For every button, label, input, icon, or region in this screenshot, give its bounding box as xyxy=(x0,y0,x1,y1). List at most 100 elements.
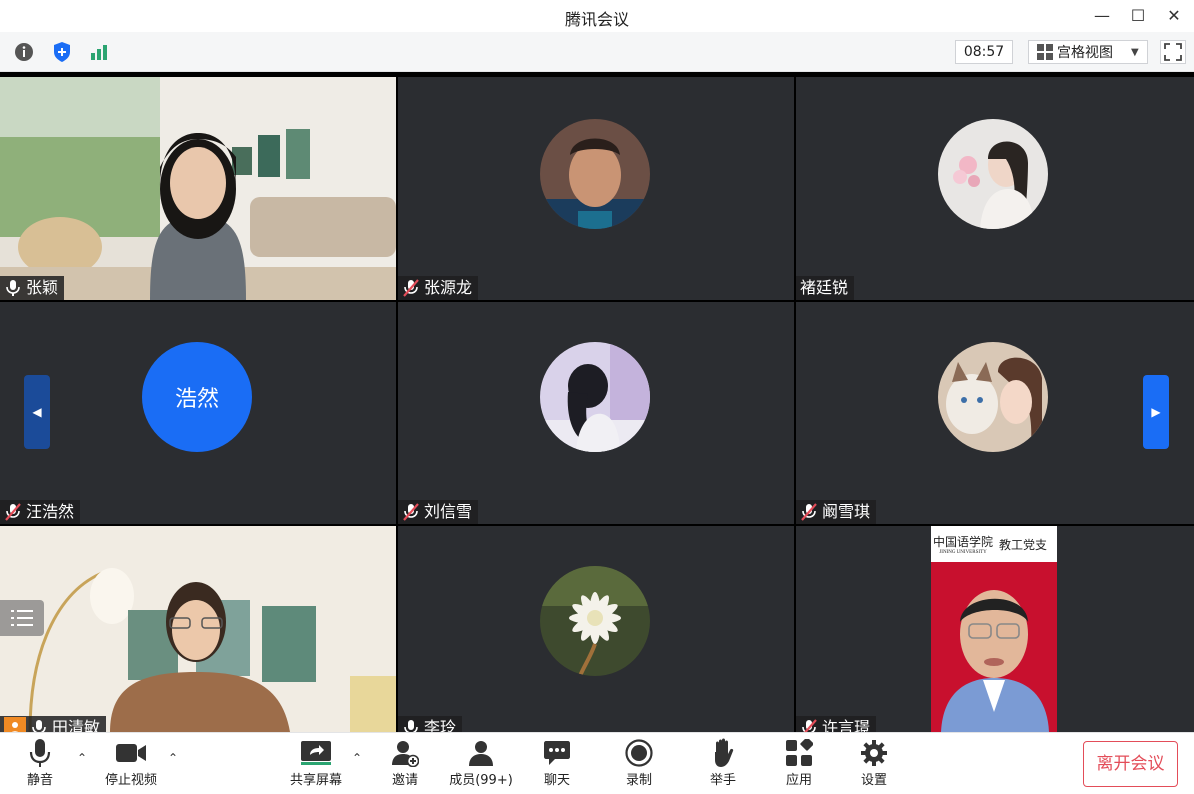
fullscreen-icon[interactable] xyxy=(1160,40,1186,64)
security-shield-icon[interactable] xyxy=(50,40,74,64)
settings-label: 设置 xyxy=(860,773,887,788)
invite-button[interactable]: 邀请 xyxy=(370,737,440,791)
chat-button[interactable]: 聊天 xyxy=(522,737,592,791)
microphone-muted-icon xyxy=(800,503,818,521)
microphone-muted-icon xyxy=(402,279,420,297)
video-options-chevron-icon[interactable]: ⌃ xyxy=(165,751,181,767)
participant-avatar xyxy=(540,566,650,676)
participant-tile[interactable]: ▶ 阚雪琪 xyxy=(796,302,1194,524)
microphone-muted-icon xyxy=(402,503,420,521)
participant-tile[interactable]: 中国语学院 JINING UNIVERSITY 教工党支 许言璟 xyxy=(796,526,1194,732)
apps-icon xyxy=(764,737,834,769)
share-screen-button[interactable]: 共享屏幕 xyxy=(281,737,351,791)
gear-icon xyxy=(839,737,909,769)
stop-video-label: 停止视频 xyxy=(104,773,157,788)
info-icon[interactable] xyxy=(12,40,36,64)
record-button[interactable]: 录制 xyxy=(604,737,674,791)
participant-name: 阚雪琪 xyxy=(822,502,871,521)
chat-icon xyxy=(522,737,592,769)
raise-hand-button[interactable]: 举手 xyxy=(688,737,758,791)
members-button[interactable]: 成员(99+) xyxy=(440,737,522,791)
members-label: 成员(99+) xyxy=(449,773,513,788)
participant-name: 田清敏 xyxy=(52,718,101,732)
add-user-icon xyxy=(370,737,440,769)
microphone-muted-icon xyxy=(4,503,22,521)
close-icon[interactable]: ✕ xyxy=(1162,4,1186,28)
participant-name: 李玲 xyxy=(424,718,457,732)
share-options-chevron-icon[interactable]: ⌃ xyxy=(349,751,365,767)
settings-button[interactable]: 设置 xyxy=(839,737,909,791)
microphone-icon xyxy=(4,279,22,297)
participant-name: 刘信雪 xyxy=(424,502,473,521)
participant-video: 中国语学院 JINING UNIVERSITY 教工党支 xyxy=(931,526,1057,732)
banner-text-left: 中国语学院 xyxy=(933,535,994,549)
participant-name: 褚廷锐 xyxy=(800,278,849,297)
participant-avatar xyxy=(938,342,1048,452)
participant-avatar xyxy=(540,119,650,229)
leave-meeting-button[interactable]: 离开会议 xyxy=(1083,741,1178,787)
window-title: 腾讯会议 xyxy=(564,10,629,29)
view-mode-select[interactable]: 宫格视图 ▼ xyxy=(1028,40,1148,64)
video-grid: 张颖 张源龙 褚廷锐 浩然 汪浩然 刘信雪 ▶ 阚雪琪 ◀ 田清敏 李玲 中国语… xyxy=(0,72,1194,732)
mute-button[interactable]: 静音 xyxy=(5,737,75,791)
grid-view-icon xyxy=(1037,44,1053,60)
microphone-icon xyxy=(5,737,75,769)
chat-label: 聊天 xyxy=(543,773,570,788)
participant-video xyxy=(0,77,396,300)
participant-nameplate: 李玲 xyxy=(398,716,463,732)
title-bar: 腾讯会议 — ☐ ✕ xyxy=(0,0,1194,32)
maximize-icon[interactable]: ☐ xyxy=(1126,4,1150,28)
participant-name: 张源龙 xyxy=(424,278,473,297)
signal-strength-icon[interactable] xyxy=(87,40,111,64)
apps-label: 应用 xyxy=(785,773,812,788)
view-mode-label: 宫格视图 xyxy=(1057,45,1113,61)
share-screen-icon xyxy=(281,737,351,769)
stop-video-button[interactable]: 停止视频 xyxy=(96,737,166,791)
participant-tile[interactable]: 刘信雪 xyxy=(398,302,794,524)
participant-name: 张颖 xyxy=(26,278,59,297)
participant-initials-avatar: 浩然 xyxy=(142,342,252,452)
microphone-muted-icon xyxy=(800,719,818,732)
host-badge-icon xyxy=(4,717,26,732)
banner-subtext: JINING UNIVERSITY xyxy=(939,550,987,555)
participant-tile[interactable]: 张颖 xyxy=(0,77,396,300)
meeting-toolbar: 08:57 宫格视图 ▼ xyxy=(0,32,1194,72)
participant-tile[interactable]: 田清敏 xyxy=(0,526,396,732)
participant-nameplate: 张源龙 xyxy=(398,276,479,300)
chevron-down-icon: ▼ xyxy=(1131,46,1139,58)
participant-tile[interactable]: 李玲 xyxy=(398,526,794,732)
participant-initials: 浩然 xyxy=(174,387,219,412)
participant-avatar xyxy=(938,119,1048,229)
participant-tile[interactable]: 褚廷锐 xyxy=(796,77,1194,300)
participant-tile[interactable]: 张源龙 xyxy=(398,77,794,300)
mute-label: 静音 xyxy=(26,773,53,788)
banner-text-right: 教工党支 xyxy=(999,537,1048,552)
apps-button[interactable]: 应用 xyxy=(764,737,834,791)
microphone-icon xyxy=(30,719,48,732)
microphone-icon xyxy=(402,719,420,732)
participant-name: 汪浩然 xyxy=(26,502,75,521)
next-page-arrow-icon[interactable]: ▶ xyxy=(1143,375,1169,449)
participant-nameplate: 刘信雪 xyxy=(398,500,479,524)
share-screen-label: 共享屏幕 xyxy=(289,773,342,788)
raise-hand-label: 举手 xyxy=(709,773,736,788)
members-icon xyxy=(440,737,522,769)
participant-nameplate: 汪浩然 xyxy=(0,500,81,524)
participant-nameplate: 阚雪琪 xyxy=(796,500,877,524)
prev-page-arrow-icon[interactable]: ◀ xyxy=(24,375,50,449)
raise-hand-icon xyxy=(688,737,758,769)
record-icon xyxy=(604,737,674,769)
participant-name: 许言璟 xyxy=(822,718,871,732)
participant-nameplate: 田清敏 xyxy=(0,716,107,732)
invite-label: 邀请 xyxy=(391,773,418,788)
record-label: 录制 xyxy=(625,773,652,788)
list-menu-icon[interactable] xyxy=(0,600,44,636)
participant-nameplate: 许言璟 xyxy=(796,716,877,732)
meeting-timer: 08:57 xyxy=(955,40,1013,64)
audio-options-chevron-icon[interactable]: ⌃ xyxy=(74,751,90,767)
participant-tile[interactable]: 浩然 汪浩然 xyxy=(0,302,396,524)
participant-video xyxy=(0,526,396,732)
participant-nameplate: 褚廷锐 xyxy=(796,276,855,300)
minimize-icon[interactable]: — xyxy=(1090,4,1114,28)
participant-nameplate: 张颖 xyxy=(0,276,65,300)
